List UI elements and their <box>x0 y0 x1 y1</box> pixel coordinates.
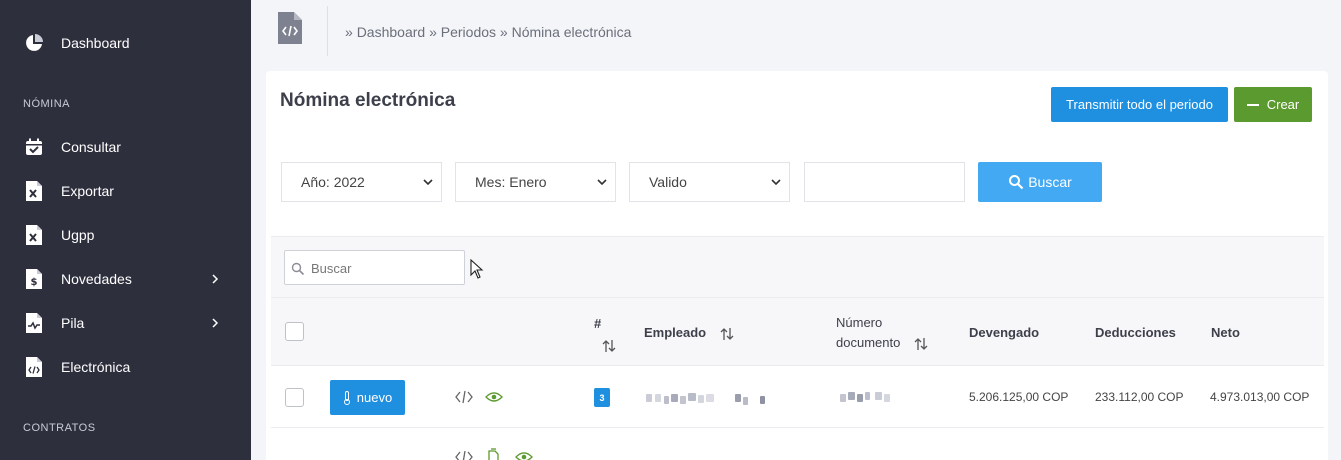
sidebar-item-label: Exportar <box>61 183 114 199</box>
deductions-value: 233.112,00 COP <box>1095 390 1184 404</box>
breadcrumb: » Dashboard » Periodos » Nómina electrón… <box>345 24 631 40</box>
code-file-icon <box>24 357 44 377</box>
table-row: nuevo 3 5.206.125,00 COP 233.112,00 COP … <box>271 366 1324 428</box>
earned-value: 5.206.125,00 COP <box>969 390 1069 404</box>
sidebar-item-novedades[interactable]: $ Novedades <box>0 259 251 299</box>
search-button[interactable]: Buscar <box>978 162 1102 202</box>
table-search-input[interactable]: Buscar <box>284 250 465 285</box>
status-select[interactable]: Valido <box>629 162 790 202</box>
breadcrumb-periodos[interactable]: Periodos <box>441 24 496 40</box>
net-value: 4.973.013,00 COP <box>1210 390 1310 404</box>
col-header-net: Neto <box>1211 325 1240 340</box>
chevron-right-icon <box>212 274 219 284</box>
breadcrumb-sep: » <box>345 24 353 40</box>
create-button[interactable]: Crear <box>1234 87 1312 122</box>
divider <box>327 6 328 56</box>
sidebar-item-exportar[interactable]: Exportar <box>0 171 251 211</box>
table-header: # Empleado Número documento Devengado De… <box>271 298 1324 366</box>
sort-icon <box>602 339 616 352</box>
table-toolbar: Buscar <box>271 236 1324 298</box>
breadcrumb-current: Nómina electrónica <box>511 24 632 40</box>
excel-file-icon <box>24 181 44 201</box>
col-header-earned: Devengado <box>969 325 1040 340</box>
pulse-file-icon <box>24 313 44 333</box>
sidebar-item-consultar[interactable]: Consultar <box>0 127 251 167</box>
col-header-document[interactable]: Número documento <box>836 315 928 351</box>
plus-icon <box>1246 99 1259 111</box>
breadcrumb-sep: » <box>499 24 508 40</box>
col-header-document-line2: documento <box>836 335 901 350</box>
sidebar-item-label: Novedades <box>61 271 132 287</box>
search-button-label: Buscar <box>1028 174 1072 190</box>
code-icon[interactable] <box>455 450 473 460</box>
col-header-deductions: Deducciones <box>1095 325 1176 340</box>
col-header-employee[interactable]: Empleado <box>644 325 734 341</box>
copy-file-icon[interactable] <box>486 448 500 460</box>
sidebar-item-label: Electrónica <box>61 359 131 375</box>
table-row <box>271 428 1324 460</box>
chevron-down-icon <box>597 179 607 186</box>
pie-chart-icon <box>24 33 44 53</box>
section-nomina: NÓMINA <box>23 98 70 110</box>
breadcrumb-dashboard[interactable]: Dashboard <box>357 24 426 40</box>
sidebar-item-label: Consultar <box>61 139 121 155</box>
sidebar-item-label: Ugpp <box>61 227 95 243</box>
sidebar: Dashboard NÓMINA Consultar Exportar Ugpp… <box>0 0 251 460</box>
search-icon <box>291 262 305 276</box>
mouse-cursor-icon <box>470 259 484 279</box>
top-bar: » Dashboard » Periodos » Nómina electrón… <box>251 0 1341 62</box>
month-select[interactable]: Mes: Enero <box>455 162 616 202</box>
sidebar-item-label: Pila <box>61 315 85 331</box>
sidebar-item-pila[interactable]: Pila <box>0 303 251 343</box>
status-nuevo-button[interactable]: nuevo <box>330 380 405 415</box>
col-header-document-line1: Número <box>836 315 883 330</box>
col-header-num[interactable]: # <box>594 316 616 353</box>
main-card: Nómina electrónica Transmitir todo el pe… <box>266 71 1328 460</box>
page-title: Nómina electrónica <box>280 90 456 111</box>
row-number-badge: 3 <box>594 388 610 407</box>
transmit-period-button[interactable]: Transmitir todo el periodo <box>1051 87 1228 122</box>
code-icon[interactable] <box>455 390 473 404</box>
breadcrumb-sep: » <box>429 24 437 40</box>
sort-icon <box>914 337 928 350</box>
eye-icon[interactable] <box>515 451 533 460</box>
status-nuevo-label: nuevo <box>356 390 393 405</box>
month-select-value: Mes: Enero <box>475 174 547 190</box>
svg-text:$: $ <box>31 277 38 288</box>
create-button-label: Crear <box>1266 97 1300 112</box>
sidebar-item-electronica[interactable]: Electrónica <box>0 347 251 387</box>
status-select-value: Valido <box>649 174 687 190</box>
year-select[interactable]: Año: 2022 <box>281 162 442 202</box>
dollar-file-icon: $ <box>24 269 44 289</box>
sidebar-item-ugpp[interactable]: Ugpp <box>0 215 251 255</box>
col-header-employee-label: Empleado <box>644 325 707 340</box>
sidebar-item-dashboard[interactable]: Dashboard <box>0 23 251 63</box>
sidebar-item-label: Dashboard <box>61 35 130 51</box>
calendar-check-icon <box>24 137 44 157</box>
select-all-checkbox[interactable] <box>285 322 304 341</box>
thermometer-icon <box>343 390 350 405</box>
eye-icon[interactable] <box>485 391 503 403</box>
search-icon <box>1009 175 1024 190</box>
code-file-icon <box>278 12 302 44</box>
sort-icon <box>720 327 734 340</box>
chevron-down-icon <box>423 179 433 186</box>
filter-text-input[interactable] <box>804 162 965 202</box>
year-select-value: Año: 2022 <box>301 174 365 190</box>
chevron-down-icon <box>771 179 781 186</box>
chevron-right-icon <box>212 318 219 328</box>
excel-file-icon <box>24 225 44 245</box>
section-contratos: CONTRATOS <box>23 422 96 434</box>
row-checkbox[interactable] <box>285 388 304 407</box>
col-header-num-label: # <box>594 316 602 331</box>
table-search-placeholder: Buscar <box>311 261 352 276</box>
